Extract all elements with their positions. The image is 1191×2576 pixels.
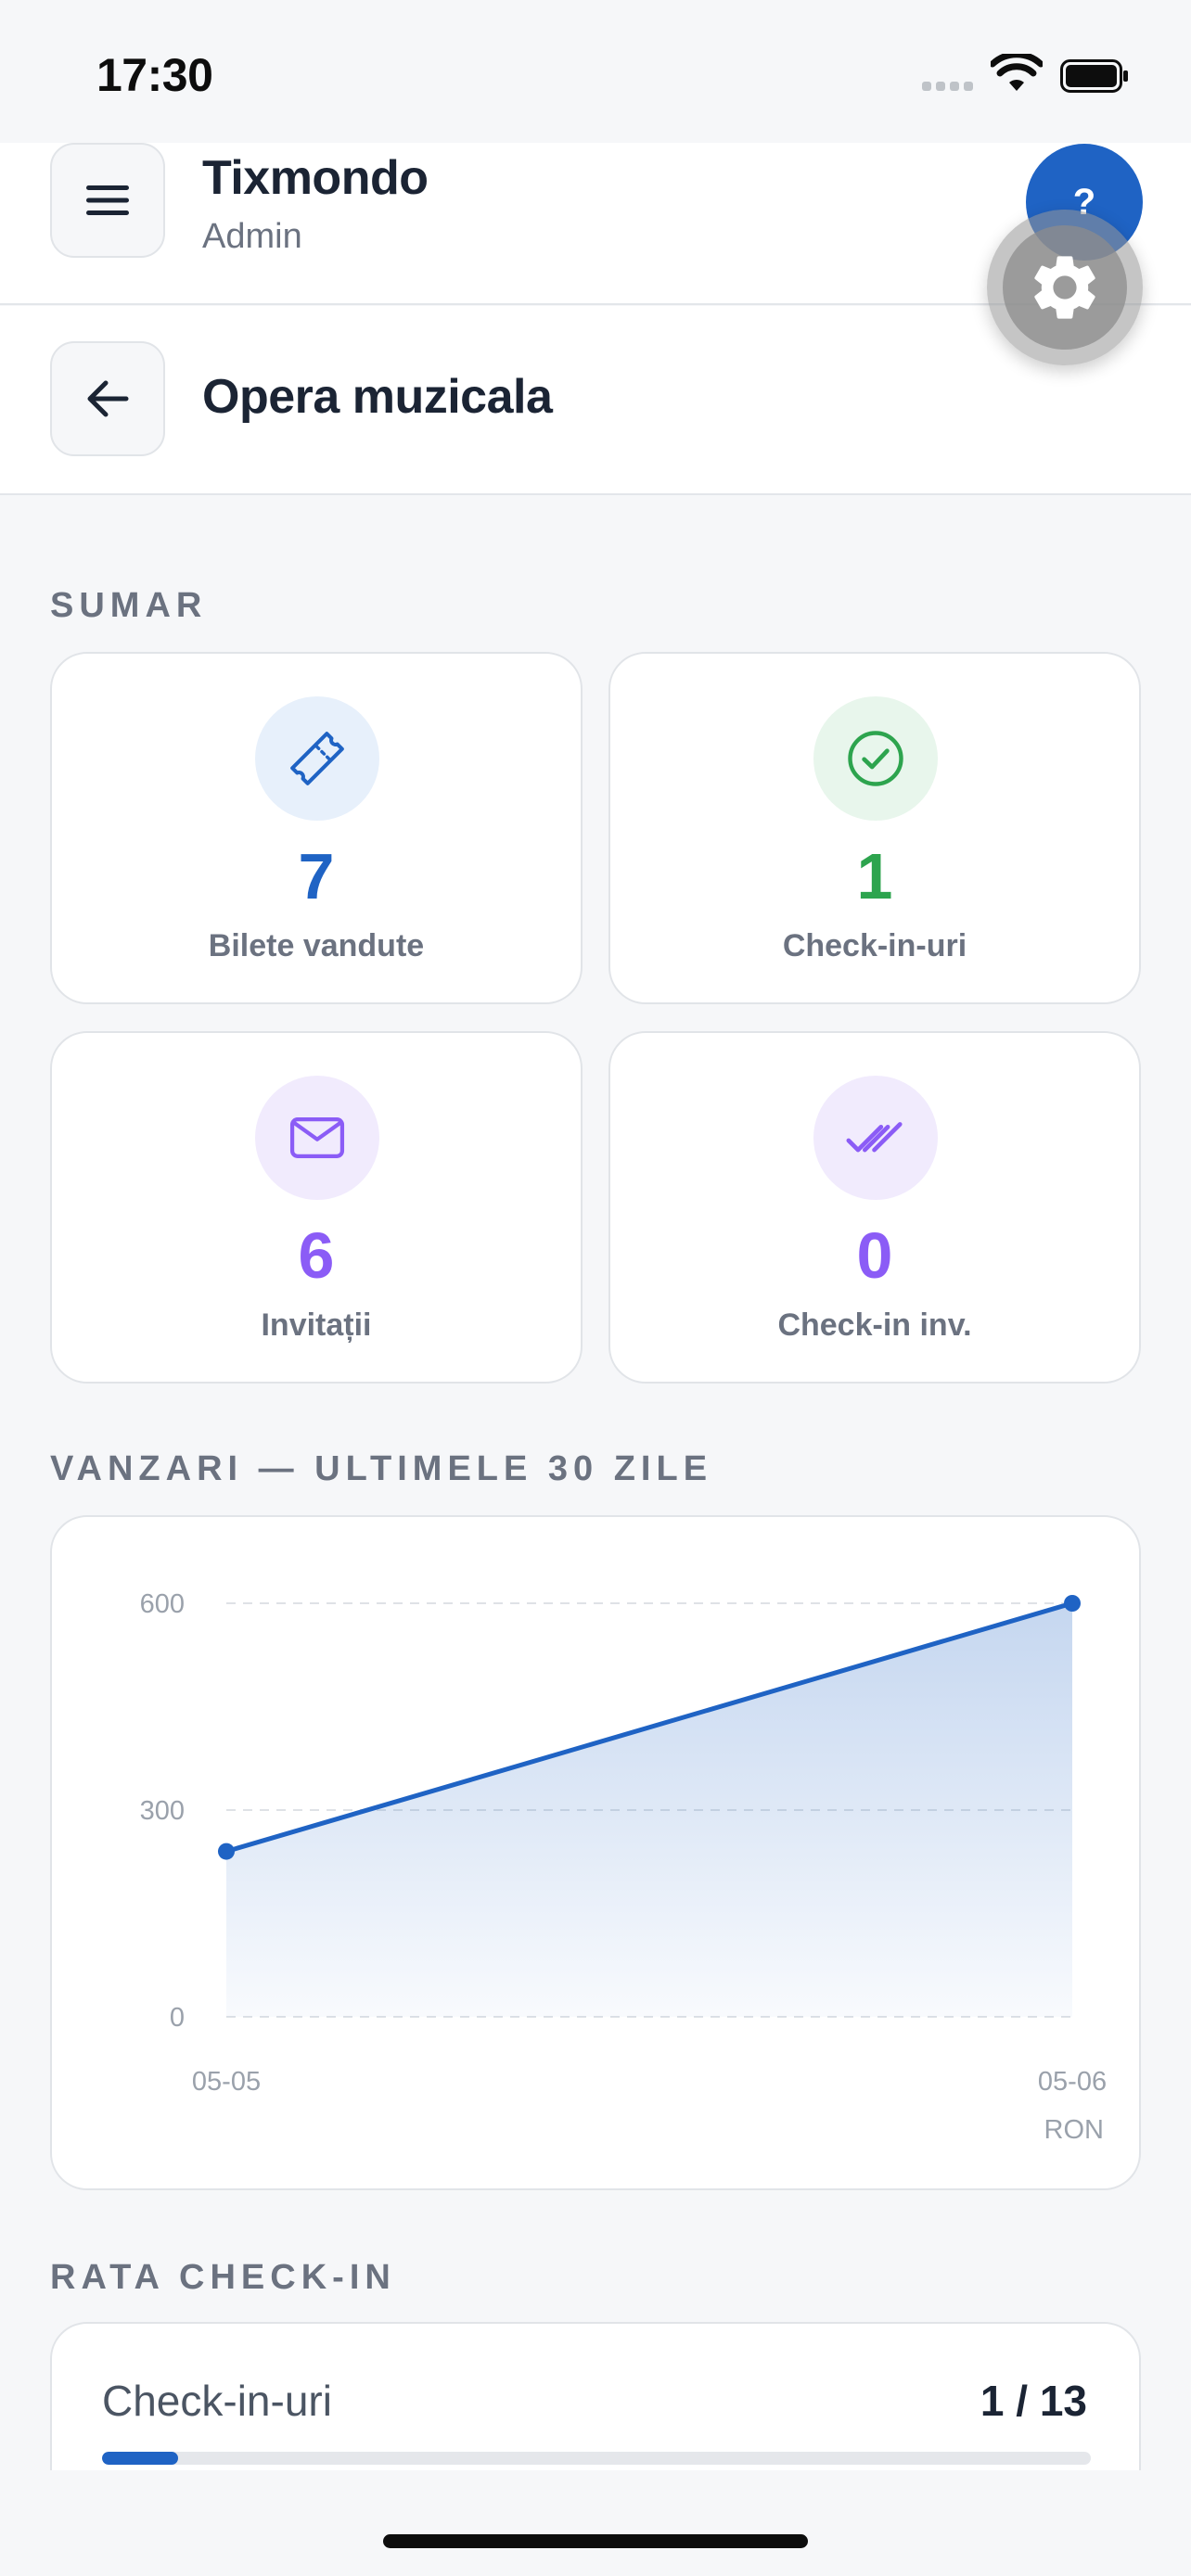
sales-section-label: VANZARI — ULTIMELE 30 ZILE [50,1449,713,1488]
chart-y-tick-label: 300 [140,1796,185,1826]
checkin-progress-fill [102,2452,178,2465]
hamburger-icon [86,185,129,215]
chart-area-fill [226,1603,1072,2017]
chart-y-tick-label: 600 [140,1589,185,1619]
gear-icon [1034,256,1095,319]
home-indicator[interactable] [383,2534,808,2548]
chart-y-tick-label: 0 [170,2003,185,2033]
check-circle-icon [848,731,903,786]
stat-label: Check-in-uri [782,928,967,963]
checkin-rate-value: 1 / 13 [980,2377,1087,2425]
stat-label: Bilete vandute [208,928,425,963]
checkin-progress-track [102,2452,1091,2465]
stat-icon-bg [255,1076,379,1200]
arrow-left-icon [87,380,129,417]
stat-value: 0 [856,1219,893,1292]
stat-value: 7 [298,840,335,912]
stat-value: 1 [856,840,893,912]
stat-icon-bg [813,1076,938,1200]
settings-button-inner [1003,225,1127,350]
status-bar: 17:30 [0,0,1191,143]
wifi-icon [991,54,1043,91]
stat-card-invitations[interactable]: 6 Invitații [50,1031,583,1384]
stat-card-invite-checkins[interactable]: 0 Check-in inv. [608,1031,1141,1384]
stat-value: 6 [298,1219,335,1292]
menu-button[interactable] [50,143,165,258]
checkin-rate-label: Check-in-uri [102,2377,332,2425]
chart-x-tick-label: 05-05 [192,2067,261,2097]
stat-label: Check-in inv. [777,1307,972,1343]
page-title: Opera muzicala [202,370,553,424]
summary-section-label: SUMAR [50,586,208,625]
bottom-safe-area [0,2470,1191,2576]
chart-data-point [1064,1595,1081,1612]
chart-data-point [218,1843,235,1860]
app-subtitle: Admin [202,217,302,256]
sales-chart-card: 0 300 600 05-05 05-06 RON [50,1515,1141,2190]
status-time: 17:30 [96,49,213,101]
cellular-signal-icon [922,82,973,91]
stat-card-checkins[interactable]: 1 Check-in-uri [608,652,1141,1004]
app-title: Tixmondo [202,151,429,205]
sales-chart: 0 300 600 05-05 05-06 RON [140,1589,1107,2145]
settings-button[interactable] [987,210,1143,365]
stat-icon-bg [813,696,938,821]
chart-unit-label: RON [1044,2115,1104,2145]
stat-card-tickets-sold[interactable]: 7 Bilete vandute [50,652,583,1004]
ticket-icon [290,732,344,785]
stat-label: Invitații [261,1307,372,1343]
stat-icon-bg [255,696,379,821]
double-check-icon [846,1122,903,1153]
checkin-rate-section-label: RATA CHECK-IN [50,2258,396,2297]
envelope-icon [289,1117,345,1158]
back-button[interactable] [50,341,165,456]
battery-icon [1060,59,1128,93]
chart-x-tick-label: 05-06 [1038,2067,1107,2097]
